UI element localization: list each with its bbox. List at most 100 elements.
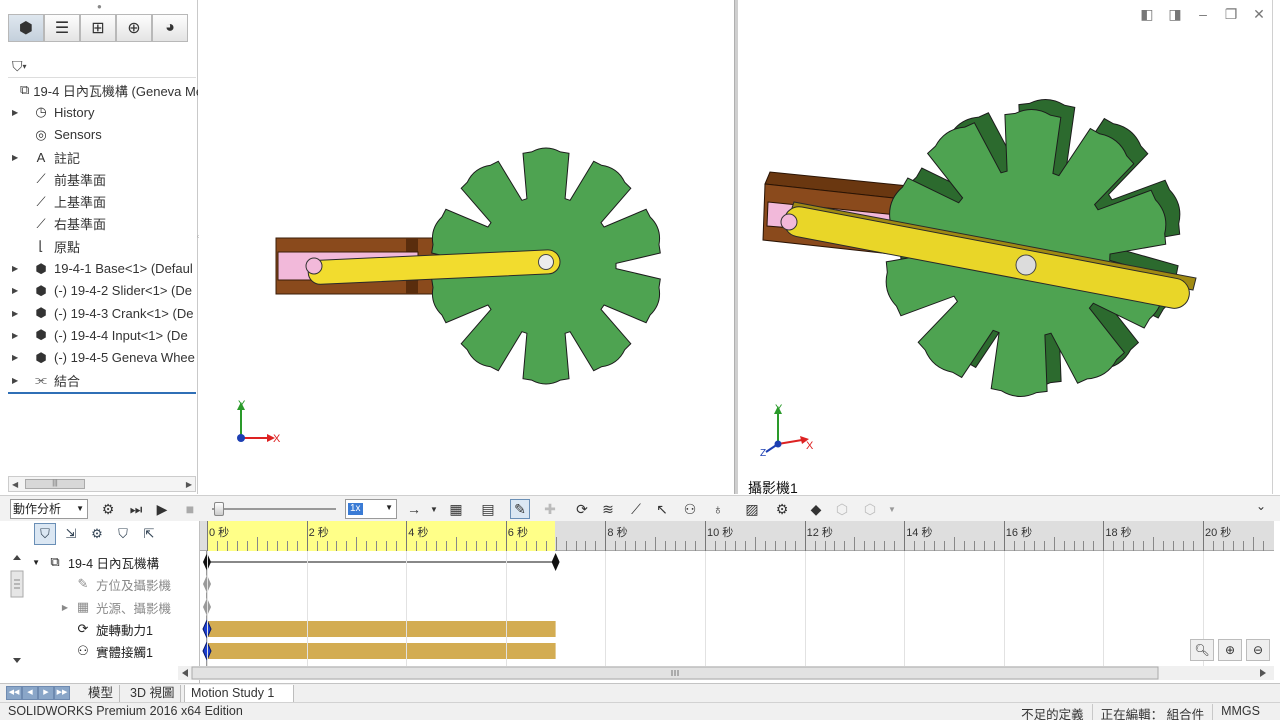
slider-knob[interactable] [214,502,224,516]
export-button[interactable]: ⬡ [860,499,880,519]
motor-button[interactable]: ⟳ [572,499,592,519]
results-plots-button[interactable]: ▨ [742,499,762,519]
expand-arrow-icon[interactable]: ▶ [12,309,22,318]
expand-arrow-icon[interactable]: ▶ [12,264,22,273]
next-tab-icon[interactable]: ▶ [38,686,54,700]
feature-tree-item[interactable]: ⟋ 前基準面 [0,168,198,190]
stop-button[interactable]: ■ [180,499,200,519]
scroll-right-icon[interactable]: ▶ [186,480,192,489]
scroll-thumb[interactable]: ||| [25,479,85,489]
feature-tree-item[interactable]: ⌊ 原點 [0,235,198,257]
gravity-button[interactable]: ♁ [708,499,728,519]
configuration-manager-tab[interactable]: ⊞ [80,14,116,42]
feature-tree-item[interactable]: ▶ ⬢ (-) 19-4-5 Geneva Whee [0,347,198,369]
feature-tree-item[interactable]: ▶ ⬢ (-) 19-4-4 Input<1> (De [0,324,198,346]
play-from-start-button[interactable]: ⏭ [126,499,146,519]
tree-filter[interactable]: ⛉ ▾ [8,56,196,78]
feature-duration-bar[interactable] [207,621,556,637]
export-dropdown[interactable]: ▼ [882,499,902,519]
key-point[interactable] [551,553,560,571]
prev-tab-icon[interactable]: ◀ [22,686,38,700]
model-view-camera[interactable]: Y X Z [738,0,1272,494]
playback-position-slider[interactable] [212,502,336,516]
autokey-button[interactable]: ✎ [510,499,530,519]
feature-tree-item[interactable]: ▶ A 註記 [0,146,198,168]
playback-mode-button[interactable]: → [404,499,424,519]
rollback-bar[interactable] [8,392,196,394]
expand-arrow-icon[interactable]: ▶ [12,286,22,295]
save-animation-button[interactable]: ▦ [446,499,466,519]
force-button[interactable]: ↖ [652,499,672,519]
spring-button[interactable]: ≋ [598,499,618,519]
motion-tree-item[interactable]: ▼ ⧉ 19-4 日內瓦機構 [26,551,174,573]
feature-manager-tab[interactable]: ⬢ [8,14,44,42]
expand-arrow-icon[interactable]: ▶ [12,331,22,340]
simulation-setup-button[interactable]: ◆ [806,499,826,519]
expand-arrow-icon[interactable]: ▶ [26,603,74,612]
dimxpert-tab[interactable]: ⊕ [116,14,152,42]
scroll-left-icon[interactable]: ◀ [12,480,18,489]
feature-tree-item[interactable]: ▶ ⬢ 19-4-1 Base<1> (Defaul [0,257,198,279]
filter-results-button[interactable]: ⛉ [112,523,134,545]
motion-tree-scrollbar[interactable] [10,553,24,665]
collapse-toolbar-button[interactable]: ⌄ [1256,499,1266,513]
zoom-to-fit-button[interactable]: 🔍︎ [1190,639,1214,661]
timeline[interactable]: 0 秒2 秒4 秒6 秒8 秒 10 秒 12 秒 14 秒 16 秒 18 秒 20 秒 [200,521,1274,667]
display-manager-tab[interactable]: ◕ [152,14,188,42]
filter-selected-button[interactable]: ⚙ [86,523,108,545]
expand-arrow-icon[interactable]: ▶ [12,376,22,385]
motion-tree-item[interactable]: ▶ ▦ 光源、攝影機 [26,596,174,618]
contact-button[interactable]: ⚇ [680,499,700,519]
split-left-icon[interactable]: ◧ [1138,6,1156,23]
play-button[interactable]: ▶ [152,499,172,519]
model-view-front[interactable]: Y X [199,0,734,494]
first-tab-icon[interactable]: ◀◀ [6,686,22,700]
zoom-out-button[interactable]: ⊖ [1246,639,1270,661]
restore-icon[interactable]: ❐ [1222,6,1240,23]
design-study-button[interactable]: ⬡ [832,499,852,519]
units-status[interactable]: MMGS [1212,704,1268,720]
feature-tree-item[interactable]: ▶ ◷ History [0,101,198,123]
split-right-icon[interactable]: ◨ [1166,6,1184,23]
study-type-select[interactable]: 動作分析 ▼ [10,499,88,519]
study-properties-button[interactable]: ⚙ [772,499,792,519]
expand-arrow-icon[interactable]: ▶ [12,108,22,117]
calculate-button[interactable]: ⚙ [98,499,118,519]
feature-tree-item[interactable]: ⟋ 上基準面 [0,190,198,212]
timeline-scrollbar[interactable] [178,666,1274,680]
feature-tree-item[interactable]: ⟋ 右基準面 [0,213,198,235]
panel-grip[interactable]: ● [97,2,102,11]
add-key-button[interactable]: ✚ [540,499,560,519]
last-tab-icon[interactable]: ▶▶ [54,686,70,700]
close-icon[interactable]: ✕ [1250,6,1268,23]
motion-tree-item[interactable]: ✎ 方位及攝影機 [26,573,174,595]
feature-tree-item[interactable]: ◎ Sensors [0,124,198,146]
feature-tree-item[interactable]: ⧉ 19-4 日內瓦機構 (Geneva Me [0,79,198,101]
horizontal-scrollbar[interactable]: ◀ ▶ ||| [8,476,196,492]
zoom-in-button[interactable]: ⊕ [1218,639,1242,661]
animation-wizard-button[interactable]: ▤ [478,499,498,519]
damper-button[interactable]: ⟋ [626,499,646,519]
expand-arrow-icon[interactable]: ▼ [26,558,46,567]
expand-arrow-icon[interactable]: ▶ [12,153,22,162]
viewport-right[interactable]: Y X Z [738,0,1272,494]
playback-speed-select[interactable]: 1x ▼ [345,499,397,519]
feature-tree-item[interactable]: ▶ ⬢ (-) 19-4-3 Crank<1> (De [0,302,198,324]
feature-tree-item[interactable]: ▶ ⫘ 結合 [0,369,198,391]
property-manager-tab[interactable]: ☰ [44,14,80,42]
playback-mode-dropdown[interactable]: ▼ [424,499,444,519]
feature-tree-item[interactable]: ▶ ⬢ (-) 19-4-2 Slider<1> (De [0,280,198,302]
tab-motion-study[interactable]: Motion Study 1 [184,685,294,703]
minimize-icon[interactable]: – [1194,6,1212,23]
collapse-items-button[interactable]: ⇱ [138,523,160,545]
viewport-left[interactable]: Y X [199,0,734,494]
tab-model[interactable]: 模型 [82,685,121,703]
motion-tree-item[interactable]: ⟳ 旋轉動力1 [26,618,174,640]
feature-duration-bar[interactable] [207,643,556,659]
filter-drive-button[interactable]: ⇲ [60,523,82,545]
timeline-tracks[interactable] [200,521,1274,667]
motion-tree-item[interactable]: ⚇ 實體接觸1 [26,640,174,662]
filter-animated-button[interactable]: ⛉ [34,523,56,545]
expand-arrow-icon[interactable]: ▶ [12,353,22,362]
tab-3d-view[interactable]: 3D 視圖 [124,685,182,703]
